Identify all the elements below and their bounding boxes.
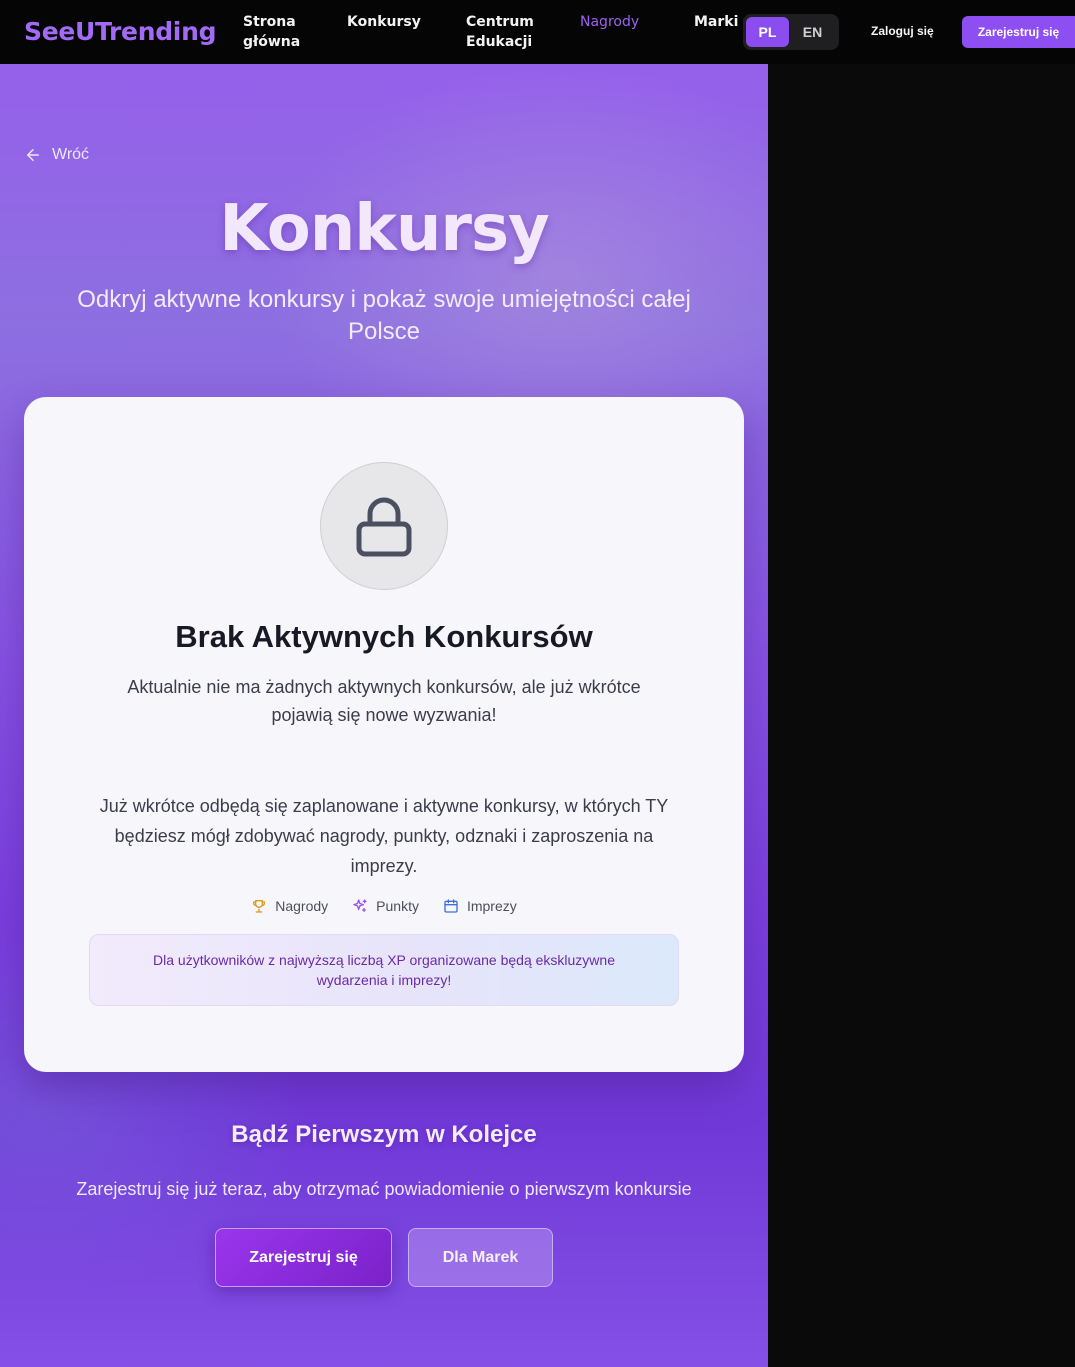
feature-list: Nagrody Punkty Imprezy <box>24 898 744 914</box>
nav-link-education-line2: Edukacji <box>466 34 533 50</box>
lang-pl-button[interactable]: PL <box>746 17 789 47</box>
lock-badge <box>320 462 448 590</box>
contests-panel: Wróć Konkursy Odkryj aktywne konkursy i … <box>0 64 768 1367</box>
language-switcher: PL EN <box>743 14 839 50</box>
nav-link-home-line2: główna <box>243 34 301 50</box>
feature-events-label: Imprezy <box>466 898 517 914</box>
trophy-icon <box>253 900 266 913</box>
xp-info-banner: Dla użytkowników z najwyższą liczbą XP o… <box>89 934 679 1006</box>
feature-points-label: Punkty <box>376 898 419 914</box>
for-brands-button[interactable]: Dla Marek <box>408 1228 553 1287</box>
cta-subtitle: Zarejestruj się już teraz, aby otrzymać … <box>76 1179 692 1199</box>
top-nav: SeeUTrending Strona główna Konkursy Cent… <box>0 0 1075 64</box>
page-subtitle: Odkryj aktywne konkursy i pokaż swoje um… <box>77 286 691 345</box>
card-title: Brak Aktywnych Konkursów <box>175 619 593 654</box>
arrow-left-icon <box>27 149 39 161</box>
xp-info-text: Dla użytkowników z najwyższą liczbą XP o… <box>153 952 615 988</box>
cta-title: Bądź Pierwszym w Kolejce <box>231 1121 537 1148</box>
nav-link-rewards[interactable]: Nagrody <box>580 12 639 32</box>
feature-events: Imprezy <box>443 898 517 914</box>
feature-rewards: Nagrody <box>251 898 328 914</box>
back-button[interactable]: Wróć <box>24 146 89 164</box>
nav-link-contests-label: Konkursy <box>347 14 421 30</box>
nav-link-home[interactable]: Strona główna <box>243 12 300 52</box>
nav-link-education-line1: Centrum <box>466 14 534 30</box>
card-description: Aktualnie nie ma żadnych aktywnych konku… <box>127 677 641 725</box>
nav-link-education[interactable]: Centrum Edukacji <box>466 12 534 52</box>
lock-icon <box>356 497 412 557</box>
lang-en-button[interactable]: EN <box>791 17 834 47</box>
sparkles-icon <box>353 899 367 912</box>
nav-link-rewards-label: Nagrody <box>580 14 640 30</box>
card-body-text: Już wkrótce odbędą się zaplanowane i akt… <box>99 796 669 876</box>
back-label: Wróć <box>52 146 90 163</box>
login-link[interactable]: Zaloguj się <box>871 24 934 38</box>
signup-button-nav[interactable]: Zarejestruj się <box>962 16 1075 48</box>
logo[interactable]: SeeUTrending <box>24 17 216 46</box>
page-title: Konkursy <box>219 192 550 266</box>
nav-link-brands[interactable]: Marki <box>694 12 738 32</box>
feature-points: Punkty <box>352 898 419 914</box>
feature-rewards-label: Nagrody <box>275 898 329 914</box>
register-button[interactable]: Zarejestruj się <box>215 1228 392 1287</box>
no-contests-card: Brak Aktywnych Konkursów Aktualnie nie m… <box>24 397 744 1072</box>
nav-link-brands-label: Marki <box>694 14 739 30</box>
nav-link-contests[interactable]: Konkursy <box>347 12 421 32</box>
calendar-icon <box>444 899 458 913</box>
nav-link-home-line1: Strona <box>243 14 296 30</box>
